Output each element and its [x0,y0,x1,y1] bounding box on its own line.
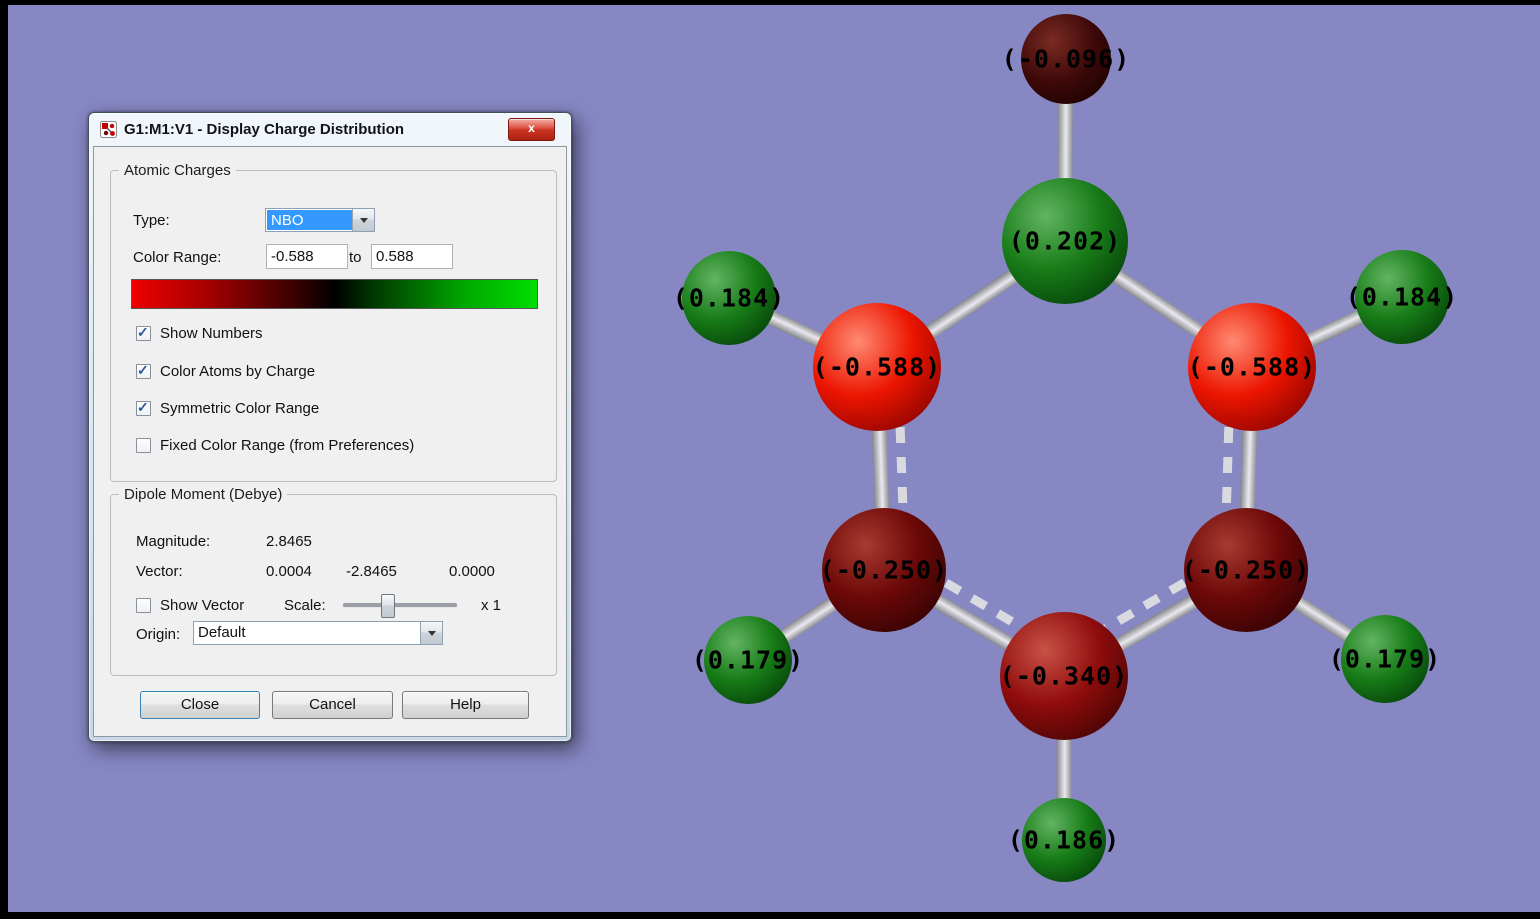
scale-slider-thumb[interactable] [381,594,395,618]
chevron-down-icon[interactable] [420,622,442,644]
cancel-button[interactable]: Cancel [272,691,393,719]
dialog-titlebar[interactable]: G1:M1:V1 - Display Charge Distribution [89,113,571,146]
color-atoms-row[interactable]: Color Atoms by Charge [136,362,315,380]
charge-type-dropdown[interactable]: NBO [265,208,375,232]
charge-label: (0.184) [1345,282,1459,312]
dipole-moment-group: Dipole Moment (Debye) Magnitude: 2.8465 … [110,486,557,676]
color-atoms-checkbox[interactable] [136,362,151,379]
charge-label: (-0.340) [999,661,1129,691]
symmetric-range-label: Symmetric Color Range [160,399,320,417]
scale-slider-track[interactable] [343,603,457,608]
magnitude-value: 2.8465 [266,533,312,550]
charge-label: (-0.588) [1187,352,1317,382]
charge-label: (-0.250) [819,555,949,585]
type-label: Type: [133,212,170,229]
close-button[interactable]: Close [140,691,260,719]
vector-y-value: -2.8465 [346,563,397,580]
charge-color-gradient [131,279,538,309]
charge-distribution-dialog: G1:M1:V1 - Display Charge Distribution x… [88,112,572,742]
show-numbers-checkbox[interactable] [136,324,151,341]
help-button[interactable]: Help [402,691,529,719]
chevron-down-icon[interactable] [352,209,374,231]
charge-label: (-0.096) [1001,44,1131,74]
color-range-to-label: to [349,249,362,266]
charge-label: (-0.588) [812,352,942,382]
fixed-range-checkbox[interactable] [136,437,151,453]
origin-dropdown[interactable]: Default [193,621,443,645]
origin-value: Default [198,624,246,641]
color-range-min-input[interactable] [266,244,348,269]
show-vector-checkbox[interactable] [136,597,151,613]
show-vector-row[interactable]: Show Vector [136,596,244,614]
vector-z-value: 0.0000 [449,563,495,580]
magnitude-label: Magnitude: [136,533,211,550]
close-icon[interactable]: x [508,118,555,141]
vector-label: Vector: [136,563,183,580]
charge-label: (0.184) [672,283,786,313]
fixed-range-label: Fixed Color Range (from Preferences) [160,436,415,454]
fixed-range-row[interactable]: Fixed Color Range (from Preferences) [136,436,414,454]
charge-label: (-0.250) [1181,555,1311,585]
vector-x-value: 0.0004 [266,563,312,580]
dialog-title: G1:M1:V1 - Display Charge Distribution [124,121,405,138]
scale-factor-value: x 1 [481,597,502,614]
atomic-charges-legend: Atomic Charges [119,162,236,179]
show-numbers-label: Show Numbers [160,324,263,342]
dialog-body: Atomic Charges Type: NBO Color Range: to… [93,146,567,737]
charge-type-value: NBO [267,210,352,230]
symmetric-range-row[interactable]: Symmetric Color Range [136,399,319,417]
charge-label: (0.186) [1007,825,1121,855]
color-atoms-label: Color Atoms by Charge [160,362,316,380]
charge-label: (0.179) [1328,644,1442,674]
color-range-label: Color Range: [133,249,222,266]
color-range-max-input[interactable] [371,244,453,269]
scale-label: Scale: [284,597,326,614]
charge-label: (0.202) [1008,226,1122,256]
gaussview-app-icon [100,121,117,138]
origin-label: Origin: [136,626,181,643]
charge-label: (0.179) [691,645,805,675]
show-numbers-row[interactable]: Show Numbers [136,324,263,342]
atomic-charges-group: Atomic Charges Type: NBO Color Range: to… [110,162,557,482]
show-vector-label: Show Vector [160,596,245,614]
symmetric-range-checkbox[interactable] [136,399,151,416]
dipole-moment-legend: Dipole Moment (Debye) [119,486,288,503]
